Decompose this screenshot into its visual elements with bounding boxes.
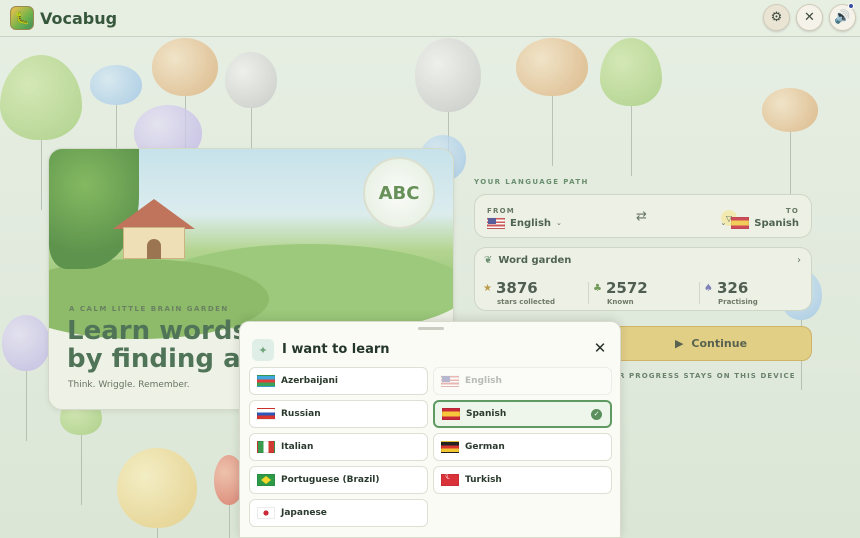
sheet-title: I want to learn	[282, 342, 390, 357]
language-option-japanese[interactable]: Japanese	[249, 499, 428, 527]
gear-icon: ⚙	[770, 10, 783, 25]
brazil-flag-icon	[257, 474, 275, 486]
focus-button[interactable]: ✕	[796, 4, 823, 31]
germany-flag-icon	[441, 441, 459, 453]
check-icon: ✓	[591, 409, 602, 420]
option-label: Azerbaijani	[281, 376, 338, 386]
language-option-italian[interactable]: Italian	[249, 433, 428, 461]
sheet-grabber[interactable]	[418, 327, 444, 330]
option-label: Turkish	[465, 475, 502, 485]
close-icon: ✕	[593, 339, 607, 357]
option-label: Italian	[281, 442, 314, 452]
azerbaijan-flag-icon	[257, 375, 275, 387]
option-label: Russian	[281, 409, 321, 419]
notification-dot	[848, 3, 854, 9]
language-option-turkish[interactable]: Turkish	[433, 466, 612, 494]
language-picker-sheet: ✦ I want to learn ✕ Azerbaijani Russian …	[239, 321, 621, 538]
option-label: Japanese	[281, 508, 327, 518]
turkey-flag-icon	[441, 472, 459, 486]
speaker-icon: 🔊	[834, 10, 851, 25]
top-bar: 🐛 Vocabug ⚙ ✕ 🔊	[0, 0, 860, 37]
option-label: Portuguese (Brazil)	[281, 475, 380, 485]
language-option-portuguese-brazil[interactable]: Portuguese (Brazil)	[249, 466, 428, 494]
close-button[interactable]: ✕	[592, 340, 608, 356]
language-option-english: English	[433, 367, 612, 395]
sound-button[interactable]: 🔊	[829, 3, 856, 31]
option-label: Spanish	[466, 409, 507, 419]
russia-flag-icon	[257, 408, 275, 420]
language-option-spanish[interactable]: Spanish ✓	[433, 400, 612, 428]
app-logo[interactable]: 🐛	[10, 6, 34, 30]
language-option-german[interactable]: German	[433, 433, 612, 461]
option-label: English	[465, 376, 502, 386]
language-option-russian[interactable]: Russian	[249, 400, 428, 428]
fold-icon: ✕	[804, 10, 815, 25]
sparkle-icon: ✦	[252, 339, 274, 361]
italy-flag-icon	[257, 441, 275, 453]
uk-flag-icon	[441, 375, 459, 387]
app-name[interactable]: Vocabug	[40, 9, 117, 28]
settings-button[interactable]: ⚙	[763, 4, 790, 31]
option-label: German	[465, 442, 505, 452]
spain-flag-icon	[442, 408, 460, 420]
header-actions: ⚙ ✕ 🔊	[763, 3, 856, 31]
language-option-azerbaijani[interactable]: Azerbaijani	[249, 367, 428, 395]
japan-flag-icon	[257, 507, 275, 519]
